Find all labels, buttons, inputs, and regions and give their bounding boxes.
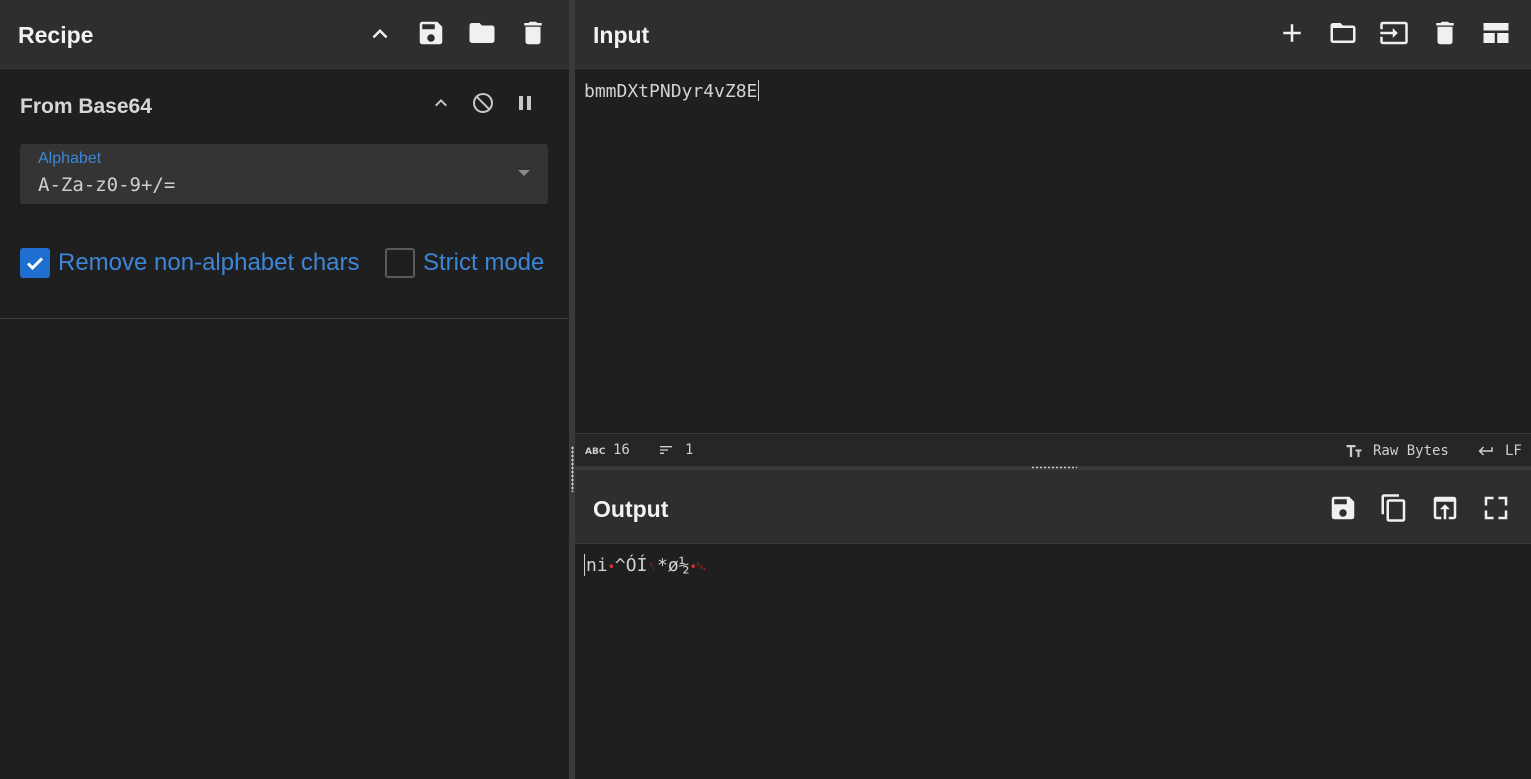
output-seg: ^ÓÍ (614, 555, 648, 576)
splitter-grip-icon[interactable] (571, 446, 574, 492)
output-cursor (584, 554, 585, 576)
horizontal-grip-icon[interactable] (1031, 466, 1077, 469)
text-cursor (758, 80, 760, 101)
operation-title: From Base64 (20, 95, 152, 118)
encoding-selector[interactable]: Raw Bytes (1343, 442, 1449, 460)
remove-non-alphabet-checkbox[interactable]: Remove non-alphabet chars (20, 248, 360, 278)
strict-mode-label[interactable]: Strict mode (423, 249, 544, 277)
output-panel: Output ni•^ÓÍ␏*ø½•␄ (575, 470, 1531, 779)
alphabet-input[interactable] (38, 174, 508, 196)
control-char: ␏ (647, 560, 658, 574)
save-output-icon[interactable] (1326, 491, 1360, 525)
dropdown-caret-icon[interactable] (518, 170, 530, 176)
output-textarea[interactable]: ni•^ÓÍ␏*ø½•␄ (584, 554, 706, 576)
recipe-panel: Recipe From Base64 Alphabet A-Za-z0-9+/=… (0, 0, 569, 779)
checkbox-checked-icon[interactable] (20, 248, 50, 278)
encoding-value[interactable]: Raw Bytes (1373, 443, 1449, 459)
lines-stat: 1 (655, 442, 693, 458)
control-char: ␄ (696, 560, 707, 574)
control-char: • (607, 560, 615, 574)
add-tab-plus-icon[interactable] (1275, 16, 1309, 50)
abc-icon: ABC (585, 447, 605, 457)
open-file-folder-icon[interactable] (1326, 16, 1360, 50)
eol-selector[interactable]: LF (1475, 442, 1522, 460)
strict-mode-checkbox[interactable]: Strict mode (385, 248, 544, 278)
disable-operation-icon[interactable] (469, 89, 497, 117)
replace-input-with-output-icon[interactable] (1428, 491, 1462, 525)
copy-output-icon[interactable] (1377, 491, 1411, 525)
return-arrow-icon (1478, 446, 1493, 456)
open-input-import-icon[interactable] (1377, 16, 1411, 50)
lines-icon (660, 446, 672, 454)
chevron-up-icon[interactable] (363, 17, 397, 51)
operation-from-base64: From Base64 Alphabet Remove non-alphabet… (0, 69, 569, 319)
control-char: • (689, 560, 697, 574)
collapse-operation-chevron-icon[interactable] (427, 89, 455, 117)
input-panel: Input bmmDXtPNDyr4vZ8E ABC 16 1 Raw Byte… (575, 0, 1531, 466)
cyberchef-app: Recipe From Base64 Alphabet A-Za-z0-9+/=… (0, 0, 1531, 779)
input-textarea[interactable]: bmmDXtPNDyr4vZ8E (584, 80, 1521, 102)
load-recipe-folder-icon[interactable] (465, 16, 499, 50)
output-header: Output (575, 470, 1531, 544)
recipe-title: Recipe (18, 22, 94, 48)
save-recipe-icon[interactable] (414, 16, 448, 50)
maximise-output-icon[interactable] (1479, 491, 1513, 525)
svg-text:ABC: ABC (585, 447, 605, 457)
checkbox-unchecked-icon[interactable] (385, 248, 415, 278)
input-title: Input (593, 22, 650, 48)
clear-recipe-trash-icon[interactable] (516, 16, 550, 50)
remove-non-alphabet-label[interactable]: Remove non-alphabet chars (58, 249, 360, 277)
output-seg: ni (586, 555, 608, 576)
recipe-header: Recipe (0, 0, 569, 69)
alphabet-label: Alphabet (38, 150, 102, 167)
length-value: 16 (613, 442, 630, 458)
clear-input-trash-icon[interactable] (1428, 16, 1462, 50)
lines-value: 1 (685, 442, 694, 458)
input-header: Input (575, 0, 1531, 69)
pause-breakpoint-icon[interactable] (511, 89, 539, 117)
input-status-bar: ABC 16 1 Raw Bytes LF (575, 433, 1531, 466)
output-title: Output (593, 496, 669, 522)
text-size-icon (1346, 445, 1362, 457)
reset-layout-icon[interactable] (1479, 16, 1513, 50)
eol-value[interactable]: LF (1505, 443, 1522, 459)
output-seg: *ø½ (657, 555, 690, 576)
input-text: bmmDXtPNDyr4vZ8E (584, 81, 758, 102)
alphabet-select[interactable]: Alphabet (20, 144, 548, 204)
length-stat: ABC 16 (585, 442, 630, 458)
